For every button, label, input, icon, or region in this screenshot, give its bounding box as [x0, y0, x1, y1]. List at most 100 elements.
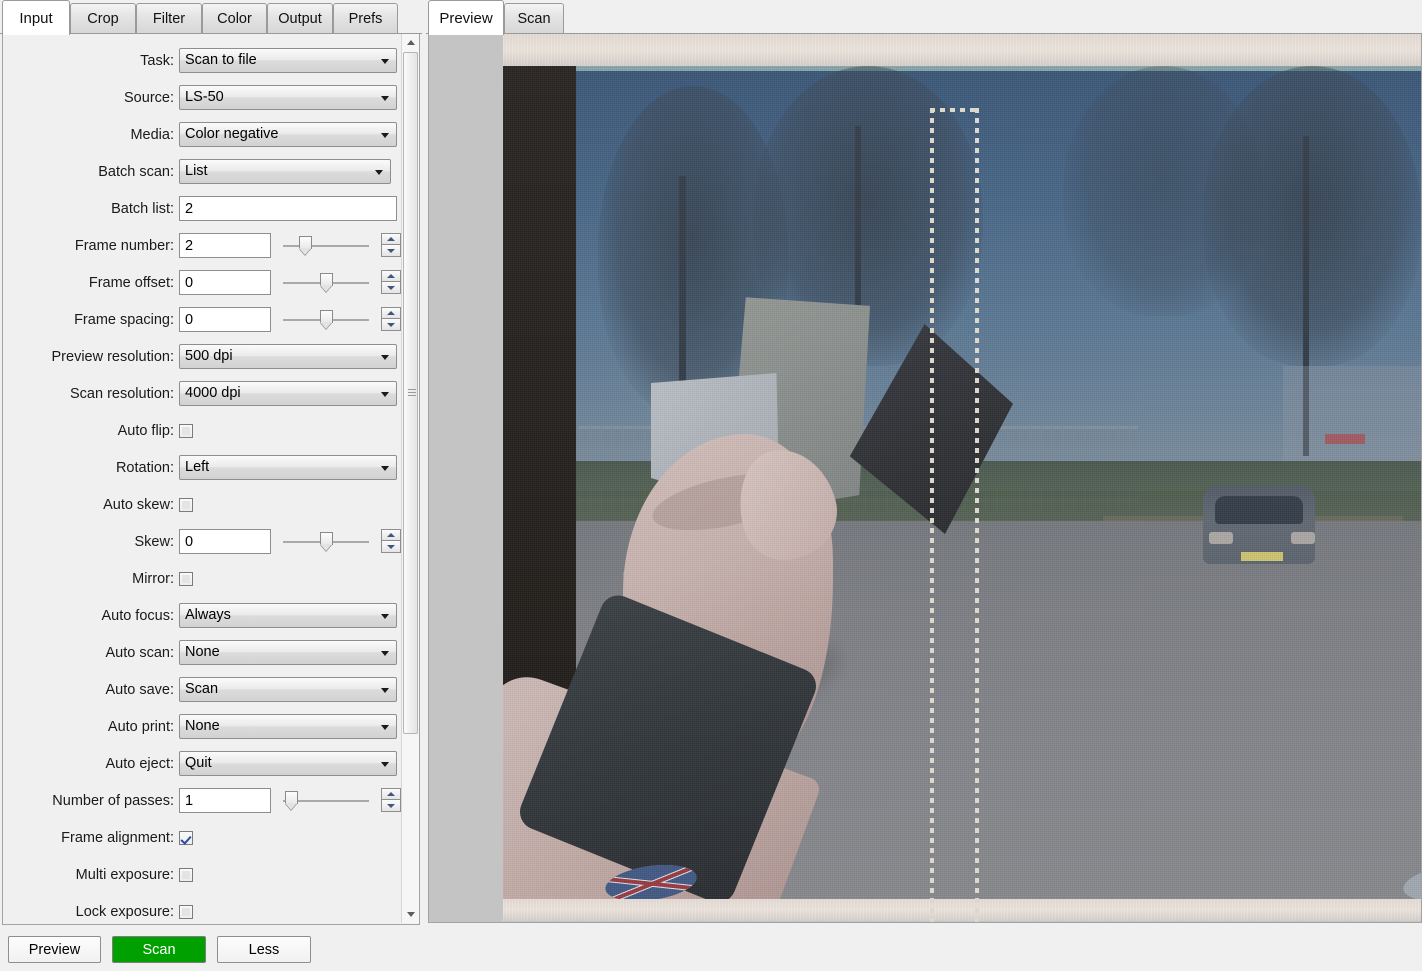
chevron-down-icon: [381, 355, 389, 360]
number-of-passes-value: 1: [185, 793, 193, 809]
auto-flip-label: Auto flip:: [3, 423, 179, 439]
settings-scrollbar[interactable]: [401, 34, 419, 923]
source-value: LS-50: [180, 90, 224, 105]
scan-button[interactable]: Scan: [112, 936, 206, 963]
stepper-up-icon[interactable]: [381, 529, 401, 541]
skew-label: Skew:: [3, 534, 179, 550]
lock-exposure-checkbox[interactable]: [179, 905, 193, 919]
skew-slider[interactable]: [283, 529, 369, 554]
preview-viewer[interactable]: [428, 34, 1422, 923]
tab-crop[interactable]: Crop: [70, 3, 136, 34]
number-of-passes-stepper[interactable]: [381, 788, 401, 813]
tab-output[interactable]: Output: [267, 3, 333, 34]
auto-focus-select[interactable]: Always: [179, 603, 397, 628]
mirror-label: Mirror:: [3, 571, 179, 587]
frame-offset-input[interactable]: 0: [179, 270, 271, 295]
frame-offset-stepper[interactable]: [381, 270, 401, 295]
multi-exposure-checkbox[interactable]: [179, 868, 193, 882]
chevron-down-icon: [381, 614, 389, 619]
auto-save-label: Auto save:: [3, 682, 179, 698]
number-of-passes-slider[interactable]: [283, 788, 369, 813]
auto-save-select[interactable]: Scan: [179, 677, 397, 702]
preview-resolution-select[interactable]: 500 dpi: [179, 344, 397, 369]
tab-scan-label: Scan: [517, 11, 550, 27]
stepper-up-icon[interactable]: [381, 307, 401, 319]
field-media: Media: Color negative: [3, 116, 402, 153]
tab-preview[interactable]: Preview: [428, 0, 504, 35]
frame-number-slider[interactable]: [283, 233, 369, 258]
field-frame-spacing: Frame spacing: 0: [3, 301, 402, 338]
field-number-of-passes: Number of passes: 1: [3, 782, 402, 819]
auto-flip-checkbox[interactable]: [179, 424, 193, 438]
media-select[interactable]: Color negative: [179, 122, 397, 147]
frame-alignment-checkbox[interactable]: [179, 831, 193, 845]
stepper-up-icon[interactable]: [381, 788, 401, 800]
slider-thumb[interactable]: [299, 236, 312, 256]
auto-print-select[interactable]: None: [179, 714, 397, 739]
rotation-label: Rotation:: [3, 460, 179, 476]
field-auto-skew: Auto skew:: [3, 486, 402, 523]
scan-resolution-select[interactable]: 4000 dpi: [179, 381, 397, 406]
preview-button-label: Preview: [29, 942, 81, 958]
number-of-passes-input[interactable]: 1: [179, 788, 271, 813]
auto-print-label: Auto print:: [3, 719, 179, 735]
media-value: Color negative: [180, 127, 279, 142]
tab-input[interactable]: Input: [2, 0, 70, 35]
auto-eject-select[interactable]: Quit: [179, 751, 397, 776]
source-label: Source:: [3, 90, 179, 106]
auto-focus-value: Always: [180, 608, 231, 623]
frame-spacing-input[interactable]: 0: [179, 307, 271, 332]
slider-thumb[interactable]: [320, 532, 333, 552]
stepper-up-icon[interactable]: [381, 270, 401, 282]
tab-crop-label: Crop: [87, 11, 118, 27]
stepper-down-icon[interactable]: [381, 800, 401, 812]
preview-button[interactable]: Preview: [8, 936, 101, 963]
tab-filter-label: Filter: [153, 11, 185, 27]
auto-skew-checkbox[interactable]: [179, 498, 193, 512]
frame-number-value: 2: [185, 238, 193, 254]
skew-input[interactable]: 0: [179, 529, 271, 554]
tab-scan[interactable]: Scan: [504, 3, 564, 34]
scroll-up-icon[interactable]: [402, 34, 419, 51]
task-value: Scan to file: [180, 53, 257, 68]
scrollbar-grip-icon: [408, 389, 416, 397]
frame-spacing-stepper[interactable]: [381, 307, 401, 332]
task-select[interactable]: Scan to file: [179, 48, 397, 73]
input-settings-form: Task: Scan to file Source: LS-50: [2, 34, 420, 925]
chevron-down-icon: [375, 170, 383, 175]
slider-thumb[interactable]: [320, 310, 333, 330]
skew-stepper[interactable]: [381, 529, 401, 554]
film-border-bottom: [503, 899, 1421, 921]
car-taillight-left: [1209, 532, 1233, 544]
tab-filter[interactable]: Filter: [136, 3, 202, 34]
source-select[interactable]: LS-50: [179, 85, 397, 110]
batch-scan-select[interactable]: List: [179, 159, 391, 184]
tab-color[interactable]: Color: [202, 3, 267, 34]
rotation-select[interactable]: Left: [179, 455, 397, 480]
frame-offset-slider[interactable]: [283, 270, 369, 295]
slider-thumb[interactable]: [320, 273, 333, 293]
viewer-left-gutter: [429, 34, 503, 921]
lock-exposure-label: Lock exposure:: [3, 904, 179, 920]
stepper-down-icon[interactable]: [381, 319, 401, 331]
mirror-checkbox[interactable]: [179, 572, 193, 586]
batch-list-input[interactable]: 2: [179, 196, 397, 221]
stepper-up-icon[interactable]: [381, 233, 401, 245]
scroll-down-icon[interactable]: [402, 906, 419, 923]
frame-number-input[interactable]: 2: [179, 233, 271, 258]
stepper-down-icon[interactable]: [381, 541, 401, 553]
stepper-down-icon[interactable]: [381, 245, 401, 257]
scrollbar-thumb[interactable]: [403, 52, 418, 734]
preview-resolution-value: 500 dpi: [180, 349, 233, 364]
slider-thumb[interactable]: [285, 791, 298, 811]
auto-eject-label: Auto eject:: [3, 756, 179, 772]
field-mirror: Mirror:: [3, 560, 402, 597]
less-button[interactable]: Less: [217, 936, 311, 963]
frame-spacing-slider[interactable]: [283, 307, 369, 332]
frame-number-stepper[interactable]: [381, 233, 401, 258]
tab-input-label: Input: [19, 10, 52, 27]
stepper-down-icon[interactable]: [381, 282, 401, 294]
tab-prefs[interactable]: Prefs: [333, 3, 398, 34]
auto-scan-select[interactable]: None: [179, 640, 397, 665]
multi-exposure-label: Multi exposure:: [3, 867, 179, 883]
